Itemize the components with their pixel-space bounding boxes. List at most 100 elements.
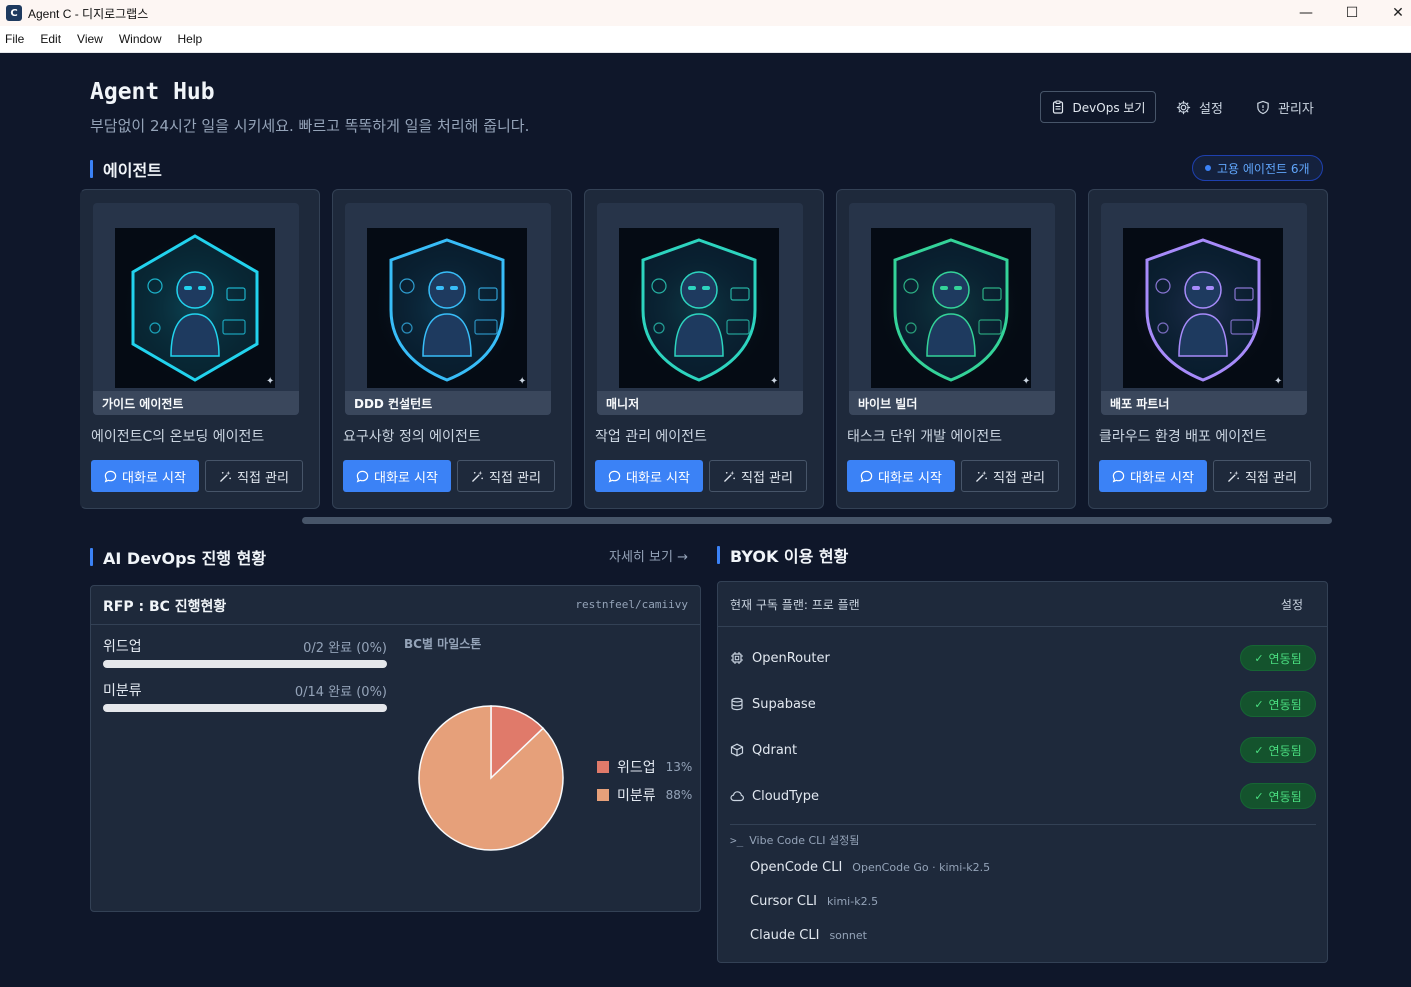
menu-file[interactable]: File: [1, 32, 28, 46]
devops-view-button[interactable]: DevOps 보기: [1040, 91, 1156, 123]
devops-section-header: AI DevOps 진행 현황: [90, 545, 266, 569]
start-chat-button[interactable]: 대화로 시작: [91, 460, 199, 492]
agent-description: 클라우드 환경 배포 에이전트: [1099, 429, 1267, 445]
agent-card[interactable]: ✦ 가이드 에이전트 에이전트C의 온보딩 에이전트 대화로 시작 직접 관리: [80, 189, 320, 509]
chip-icon: [731, 652, 743, 664]
start-chat-button[interactable]: 대화로 시작: [343, 460, 451, 492]
database-icon: [731, 697, 743, 711]
devops-progress-panel: RFP : BC 진행현황 restnfeel/camiivy 위드업 0/2 완…: [90, 585, 701, 912]
carousel-scrollbar[interactable]: [302, 517, 1332, 524]
agent-portrait-frame: ✦ 바이브 빌더: [849, 203, 1055, 415]
window-titlebar: C Agent C - 디지로그랩스 — ☐ ✕: [0, 0, 1411, 26]
service-row: OpenRouter ✓ 연동됨: [730, 644, 1316, 672]
agent-card[interactable]: ✦ 바이브 빌더 태스크 단위 개발 에이전트 대화로 시작 직접 관리: [836, 189, 1076, 509]
agent-portrait-image: ✦: [619, 228, 779, 388]
agent-card[interactable]: ✦ 매니저작업 관리 에이전트대화로 시작 직접 관리: [584, 189, 824, 509]
agent-portrait-image: ✦: [871, 228, 1031, 388]
agent-name: DDD 컨설턴트: [345, 391, 551, 415]
cli-model: kimi-k2.5: [827, 895, 879, 908]
panel-divider: [91, 624, 700, 625]
menu-help[interactable]: Help: [174, 32, 207, 46]
svg-text:✦: ✦: [518, 376, 526, 387]
menu-bar: File Edit View Window Help: [0, 26, 1411, 53]
maximize-icon[interactable]: ☐: [1329, 0, 1375, 26]
cloud-icon: [730, 791, 744, 802]
check-icon: ✓: [1254, 789, 1264, 803]
agent-name: 매니저: [597, 391, 803, 415]
connected-badge: ✓ 연동됨: [1240, 645, 1316, 671]
admin-label: 관리자: [1278, 101, 1314, 117]
service-row: Supabase ✓ 연동됨: [730, 690, 1316, 718]
clipboard-icon: [1052, 100, 1063, 114]
cli-row: Claude CLI sonnet: [750, 928, 867, 943]
legend-label: 미분류: [617, 788, 656, 804]
connected-label: 연동됨: [1268, 789, 1302, 804]
bc-progress-label: 위드업: [103, 639, 142, 655]
manage-button[interactable]: 직접 관리: [1213, 460, 1311, 492]
manage-label: 직접 관리: [741, 470, 793, 486]
cli-header-label: Vibe Code CLI 설정됨: [749, 834, 860, 847]
minimize-icon[interactable]: —: [1283, 0, 1329, 26]
page-subtitle: 부담없이 24시간 일을 시키세요. 빠르고 똑똑하게 일을 처리해 줍니다.: [90, 117, 530, 135]
manage-button[interactable]: 직접 관리: [205, 460, 303, 492]
repo-name[interactable]: restnfeel/camiivy: [575, 598, 688, 611]
devops-detail-link[interactable]: 자세히 보기 →: [609, 546, 688, 565]
chat-bubble-icon: [1112, 470, 1125, 482]
section-accent-bar: [90, 548, 93, 566]
agent-portrait-frame: ✦ DDD 컨설턴트: [345, 203, 551, 415]
byok-settings-link[interactable]: 설정: [1281, 596, 1303, 613]
terminal-icon: >_: [730, 833, 744, 847]
admin-button[interactable]: 관리자: [1256, 91, 1314, 123]
legend-label: 위드업: [617, 760, 656, 776]
menu-view[interactable]: View: [73, 32, 107, 46]
bc-progress-bar: [103, 660, 387, 668]
legend-percent: 88%: [665, 788, 693, 802]
agent-portrait-image: ✦: [115, 228, 275, 388]
service-name: OpenRouter: [752, 650, 830, 666]
agent-description: 요구사항 정의 에이전트: [343, 429, 481, 445]
manage-label: 직접 관리: [1245, 470, 1297, 486]
cli-name: Cursor CLI: [750, 894, 818, 909]
menu-window[interactable]: Window: [115, 32, 166, 46]
cli-model: OpenCode Go · kimi-k2.5: [852, 861, 991, 874]
magic-wand-icon: [220, 470, 231, 482]
bc-progress-label: 미분류: [103, 683, 142, 699]
manage-label: 직접 관리: [237, 470, 289, 486]
menu-edit[interactable]: Edit: [36, 32, 65, 46]
connected-badge: ✓ 연동됨: [1240, 783, 1316, 809]
byok-section-header: BYOK 이용 현황: [717, 543, 848, 567]
agent-card[interactable]: ✦ 배포 파트너 클라우드 환경 배포 에이전트 대화로 시작 직접 관리: [1088, 189, 1328, 509]
start-chat-button[interactable]: 대화로 시작: [1099, 460, 1207, 492]
manage-button[interactable]: 직접 관리: [709, 460, 807, 492]
cube-icon: [730, 743, 744, 757]
settings-button[interactable]: 설정: [1176, 91, 1223, 123]
connected-label: 연동됨: [1268, 651, 1302, 666]
start-chat-label: 대화로 시작: [122, 470, 186, 486]
close-icon[interactable]: ✕: [1375, 0, 1411, 26]
window-title: Agent C - 디지로그랩스: [28, 6, 149, 21]
start-chat-button[interactable]: 대화로 시작: [847, 460, 955, 492]
agent-portrait-frame: ✦ 매니저: [597, 203, 803, 415]
section-accent-bar: [90, 160, 93, 178]
agent-card[interactable]: ✦ DDD 컨설턴트요구사항 정의 에이전트대화로 시작 직접 관리: [332, 189, 572, 509]
main-content: Agent Hub 부담없이 24시간 일을 시키세요. 빠르고 똑똑하게 일을…: [0, 53, 1411, 987]
page-title: Agent Hub: [90, 79, 215, 105]
app-logo-icon: C: [6, 5, 22, 21]
hired-agents-label: 고용 에이전트 6개: [1217, 161, 1310, 176]
manage-button[interactable]: 직접 관리: [961, 460, 1059, 492]
legend-percent: 13%: [665, 760, 693, 774]
cli-header: >_ Vibe Code CLI 설정됨: [730, 832, 859, 848]
svg-text:✦: ✦: [770, 376, 778, 387]
devops-section-title: AI DevOps 진행 현황: [103, 549, 267, 568]
start-chat-label: 대화로 시작: [374, 470, 438, 486]
service-row: Qdrant ✓ 연동됨: [730, 736, 1316, 764]
agent-portrait-frame: ✦ 가이드 에이전트: [93, 203, 299, 415]
start-chat-button[interactable]: 대화로 시작: [595, 460, 703, 492]
manage-button[interactable]: 직접 관리: [457, 460, 555, 492]
check-icon: ✓: [1254, 697, 1264, 711]
byok-section-title: BYOK 이용 현황: [730, 547, 849, 566]
hired-agents-badge: 고용 에이전트 6개: [1192, 155, 1323, 181]
panel-divider: [718, 626, 1327, 627]
status-dot-icon: [1205, 165, 1211, 171]
agent-description: 작업 관리 에이전트: [595, 429, 707, 445]
